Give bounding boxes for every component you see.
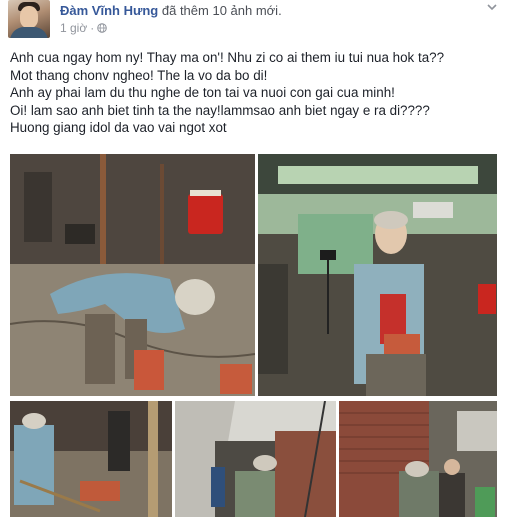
photo-5-scene (339, 401, 497, 517)
globe-icon[interactable] (97, 23, 108, 33)
post-text-line: Oi! lam sao anh biet tinh ta the nay!lam… (10, 102, 430, 118)
post-text-line: Anh cua ngay hom ny! Thay ma on'! Nhu zi… (10, 50, 445, 65)
post-meta: 1 giờ · (60, 21, 108, 35)
post-timestamp-link[interactable]: 1 giờ (60, 21, 87, 35)
post-photo-2[interactable] (258, 154, 497, 396)
photo-2-scene (258, 154, 497, 396)
post-header: Đàm Vĩnh Hưng đã thêm 10 ảnh mới. (60, 3, 282, 18)
photo-3-scene (10, 401, 172, 517)
avatar-shoulders (10, 27, 48, 38)
photo-4-scene (175, 401, 336, 517)
post-text-line: Anh ay phai lam du thu nghe de ton tai v… (10, 85, 395, 100)
author-name-link[interactable]: Đàm Vĩnh Hưng (60, 3, 158, 18)
post-action-text: đã thêm 10 ảnh mới. (161, 3, 282, 18)
post-photo-3[interactable] (10, 401, 172, 517)
avatar-face (20, 6, 38, 28)
post-body-text: Anh cua ngay hom ny! Thay ma on'! Nhu zi… (10, 49, 500, 137)
avatar[interactable] (8, 0, 50, 38)
post-text-line: Mot thang chonv ngheo! The la vo da bo d… (10, 67, 268, 83)
post-photo-5[interactable] (339, 401, 497, 517)
post-photo-4[interactable] (175, 401, 336, 517)
meta-separator: · (90, 21, 95, 35)
facebook-post: Đàm Vĩnh Hưng đã thêm 10 ảnh mới. 1 giờ … (0, 0, 508, 517)
post-photo-1[interactable] (10, 154, 255, 396)
photo-1-scene (10, 154, 255, 396)
post-text-line: Huong giang idol da vao vai ngot xot (10, 120, 227, 135)
chevron-down-icon[interactable] (486, 2, 498, 12)
